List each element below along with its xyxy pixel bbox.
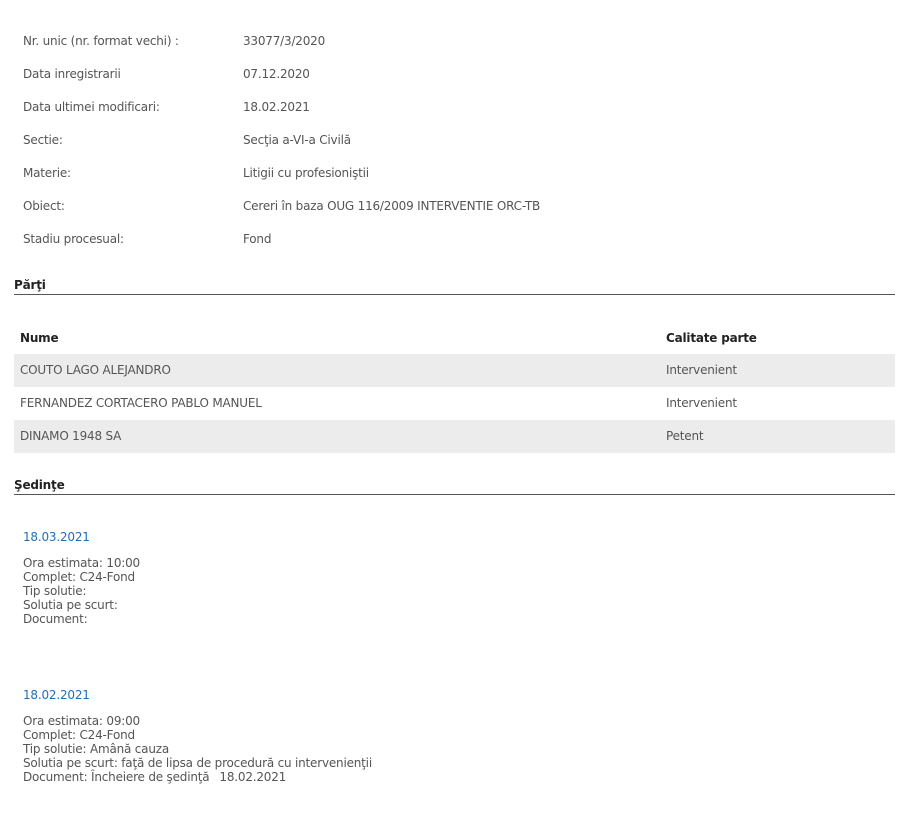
hearing-date[interactable]: 18.03.2021 xyxy=(23,528,140,546)
info-label: Materie: xyxy=(23,166,71,180)
section-heading-sedinte: Şedinţe xyxy=(14,476,895,495)
info-label: Stadiu procesual: xyxy=(23,232,124,246)
section-heading-parti: Părţi xyxy=(14,276,895,295)
hearing-ora: Ora estimata: 09:00 xyxy=(23,714,140,728)
hearing-item: 18.03.2021 Ora estimata: 10:00 Complet: … xyxy=(23,528,140,626)
hearing-date[interactable]: 18.02.2021 xyxy=(23,686,372,704)
hearing-document: Document: Încheiere de şedinţă 18.02.2021 xyxy=(23,770,372,784)
info-value: Cereri în baza OUG 116/2009 INTERVENTIE … xyxy=(243,199,541,213)
info-label: Obiect: xyxy=(23,199,65,213)
party-role: Intervenient xyxy=(666,396,737,410)
info-label: Data ultimei modificari: xyxy=(23,100,160,114)
info-value: Secţia a-VI-a Civilă xyxy=(243,133,351,147)
table-row: DINAMO 1948 SA Petent xyxy=(14,420,895,453)
party-name: DINAMO 1948 SA xyxy=(20,429,122,443)
info-value: 07.12.2020 xyxy=(243,67,310,81)
table-row: FERNANDEZ CORTACERO PABLO MANUEL Interve… xyxy=(14,387,895,420)
info-value: 33077/3/2020 xyxy=(243,34,326,48)
info-label: Data inregistrarii xyxy=(23,67,121,81)
hearing-ora: Ora estimata: 10:00 xyxy=(23,556,140,570)
party-role: Intervenient xyxy=(666,363,737,377)
table-row: COUTO LAGO ALEJANDRO Intervenient xyxy=(14,354,895,387)
hearing-tip-solutie: Tip solutie: Amână cauza xyxy=(23,742,169,756)
table-header: Nume Calitate parte xyxy=(14,322,895,354)
party-name: COUTO LAGO ALEJANDRO xyxy=(20,363,171,377)
hearing-solutia: Solutia pe scurt: xyxy=(23,598,118,612)
hearing-document-label: Document: Încheiere de şedinţă xyxy=(23,770,210,784)
hearing-complet: Complet: C24-Fond xyxy=(23,570,135,584)
info-label: Sectie: xyxy=(23,133,63,147)
hearing-document-date: 18.02.2021 xyxy=(219,770,287,784)
column-header-role: Calitate parte xyxy=(666,331,757,345)
section-heading-text: Şedinţe xyxy=(14,478,65,492)
party-name: FERNANDEZ CORTACERO PABLO MANUEL xyxy=(20,396,262,410)
hearing-item: 18.02.2021 Ora estimata: 09:00 Complet: … xyxy=(23,686,372,784)
hearing-document: Document: xyxy=(23,612,140,626)
case-details-page: Nr. unic (nr. format vechi) : 33077/3/20… xyxy=(0,0,900,828)
section-heading-text: Părţi xyxy=(14,278,46,292)
info-value: Fond xyxy=(243,232,272,246)
hearing-tip-solutie: Tip solutie: xyxy=(23,584,87,598)
party-role: Petent xyxy=(666,429,704,443)
hearing-solutia: Solutia pe scurt: faţă de lipsa de proce… xyxy=(23,756,372,770)
parties-table: Nume Calitate parte COUTO LAGO ALEJANDRO… xyxy=(14,322,895,453)
info-label: Nr. unic (nr. format vechi) : xyxy=(23,34,179,48)
hearing-document-label: Document: xyxy=(23,612,88,626)
hearing-complet: Complet: C24-Fond xyxy=(23,728,135,742)
column-header-name: Nume xyxy=(20,331,59,345)
info-value: Litigii cu profesioniştii xyxy=(243,166,369,180)
info-value: 18.02.2021 xyxy=(243,100,310,114)
